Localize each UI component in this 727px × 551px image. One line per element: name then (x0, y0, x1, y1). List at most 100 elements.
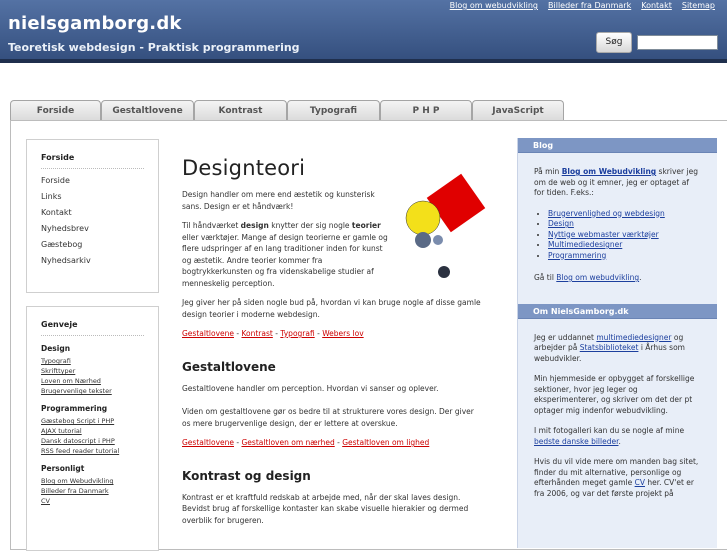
list-item: CV (41, 496, 158, 506)
top-link-sitemap[interactable]: Sitemap (682, 1, 715, 10)
top-links: Blog om webudvikling Billeder fra Danmark… (440, 1, 715, 10)
tab-kontrast[interactable]: Kontrast (194, 100, 287, 121)
top-link-blog[interactable]: Blog om webudvikling (450, 1, 538, 10)
tab-javascript[interactable]: JavaScript (472, 100, 564, 121)
list-item: Brugervenlige tekster (41, 386, 158, 396)
gestalt-heading: Gestaltlovene (182, 359, 276, 374)
shortcut-personal-title: Personligt (41, 464, 85, 473)
nav-item-gaestebog[interactable]: Gæstebog (41, 237, 158, 253)
nav-item-forside[interactable]: Forside (41, 173, 158, 189)
tab-forside[interactable]: Forside (10, 100, 101, 121)
shortcut-design-list: Typografi Skrifttyper Loven om Nærhed Br… (41, 356, 158, 396)
tab-gestaltlovene[interactable]: Gestaltlovene (101, 100, 194, 121)
nav-item-nyhedsbrev[interactable]: Nyhedsbrev (41, 221, 158, 237)
shortcut-box-title: Genveje (41, 320, 78, 329)
small-blue-circle-shape (433, 235, 443, 245)
shortcut-link[interactable]: Gæstebog Script i PHP (41, 417, 114, 425)
list-item: Loven om Nærhed (41, 376, 158, 386)
kontrast-paragraph: Kontrast er et kraftfuld redskab at arbe… (182, 492, 469, 525)
nav-item-kontakt[interactable]: Kontakt (41, 205, 158, 221)
list-item: Dansk datoscript i PHP (41, 436, 158, 446)
list-item: AJAX tutorial (41, 426, 158, 436)
shortcut-programming-title: Programmering (41, 404, 108, 413)
shortcut-link[interactable]: Billeder fra Danmark (41, 487, 109, 495)
blog-topic-link[interactable]: Programmering (548, 251, 606, 260)
statsbiblioteket-link[interactable]: Statsbiblioteket (580, 343, 639, 352)
shortcut-link[interactable]: Skrifttyper (41, 367, 75, 375)
link-kontrast[interactable]: Kontrast (241, 329, 272, 338)
about-paragraph-2: Min hjemmeside er opbygget af forskellig… (534, 374, 695, 415)
blog-goto: Gå til Blog om webudvikling. (534, 273, 642, 282)
shortcut-link[interactable]: Dansk datoscript i PHP (41, 437, 115, 445)
right-sidebar: Blog På min Blog om Webudvikling skriver… (517, 138, 717, 548)
link-naerhed[interactable]: Gestaltloven om nærhed (241, 438, 334, 447)
tab-php[interactable]: P H P (380, 100, 472, 121)
link-gestaltlovene[interactable]: Gestaltlovene (182, 329, 234, 338)
site-tagline: Teoretisk webdesign - Praktisk programme… (8, 41, 300, 54)
tab-typografi[interactable]: Typografi (287, 100, 380, 121)
divider (41, 168, 144, 169)
design-shapes-illustration (405, 173, 486, 278)
intro-text: Design handler om mere end æstetik og ku… (182, 190, 375, 211)
gestalt-links: Gestaltlovene - Gestaltloven om nærhed -… (182, 438, 430, 447)
kontrast-heading: Kontrast og design (182, 468, 311, 483)
blog-topic-link[interactable]: Nyttige webmaster værktøjer (548, 230, 659, 239)
nav-item-nyhedsarkiv[interactable]: Nyhedsarkiv (41, 253, 158, 269)
design-paragraph: Til håndværket design knytter der sig no… (182, 221, 388, 288)
blog-topic-link[interactable]: Multimediedesigner (548, 240, 622, 249)
list-item: Skrifttyper (41, 366, 158, 376)
link-lighed[interactable]: Gestaltloven om lighed (342, 438, 429, 447)
blog-box-title: Blog (518, 138, 717, 153)
about-paragraph-4: Hvis du vil vide mere om manden bag site… (534, 457, 699, 498)
site-header: Blog om webudvikling Billeder fra Danmark… (0, 0, 727, 63)
list-item: Typografi (41, 356, 158, 366)
cv-link[interactable]: CV (635, 478, 645, 487)
blog-link[interactable]: Blog om Webudvikling (562, 167, 656, 176)
shortcut-link[interactable]: RSS feed reader tutorial (41, 447, 119, 455)
photos-link[interactable]: bedste danske billeder (534, 437, 618, 446)
list-item: Billeder fra Danmark (41, 486, 158, 496)
list-item: Programmering (548, 251, 701, 262)
list-item: Blog om Webudvikling (41, 476, 158, 486)
blog-topic-link[interactable]: Brugervenlighed og webdesign (548, 209, 665, 218)
site-title[interactable]: nielsgamborg.dk (8, 13, 182, 34)
shortcut-link[interactable]: AJAX tutorial (41, 427, 82, 435)
blog-topic-link[interactable]: Design (548, 219, 574, 228)
shortcut-box: Genveje Design Typografi Skrifttyper Lov… (26, 306, 159, 551)
multimedia-link[interactable]: multimediedesigner (596, 333, 671, 342)
shortcut-link[interactable]: Loven om Nærhed (41, 377, 101, 385)
top-link-contact[interactable]: Kontakt (641, 1, 672, 10)
about-paragraph-3: I mit fotogalleri kan du se nogle af min… (534, 426, 685, 446)
about-box: Jeg er uddannet multimediedesigner og ar… (518, 319, 717, 520)
divider (41, 335, 144, 336)
yellow-circle-shape (405, 200, 441, 236)
list-item: Multimediedesigner (548, 240, 701, 251)
about-box-title: Om NielsGamborg.dk (518, 303, 717, 319)
shortcut-personal-list: Blog om Webudvikling Billeder fra Danmar… (41, 476, 158, 506)
about-paragraph-1: Jeg er uddannet multimediedesigner og ar… (534, 332, 685, 363)
link-gestaltlovene[interactable]: Gestaltlovene (182, 438, 234, 447)
section-links: Gestaltlovene - Kontrast - Typografi - W… (182, 329, 364, 338)
blog-goto-link[interactable]: Blog om webudvikling (556, 273, 639, 282)
nav-list: Forside Links Kontakt Nyhedsbrev Gæstebo… (41, 173, 158, 269)
list-item: Design (548, 219, 701, 230)
search-input[interactable] (637, 35, 718, 50)
nav-item-links[interactable]: Links (41, 189, 158, 205)
blog-topics-list: Brugervenlighed og webdesign Design Nytt… (548, 209, 701, 262)
list-item: Gæstebog Script i PHP (41, 416, 158, 426)
shortcut-link[interactable]: CV (41, 497, 50, 505)
shortcut-design-title: Design (41, 344, 71, 353)
blog-intro: På min Blog om Webudvikling skriver jeg … (534, 167, 698, 197)
link-typografi[interactable]: Typografi (280, 329, 314, 338)
list-item: Brugervenlighed og webdesign (548, 209, 701, 220)
gestalt-paragraph-1: Gestaltlovene handler om perception. Hvo… (182, 383, 439, 393)
nav-box: Forside Forside Links Kontakt Nyhedsbrev… (26, 139, 159, 293)
shortcut-link[interactable]: Brugervenlige tekster (41, 387, 112, 395)
shortcut-link[interactable]: Typografi (41, 357, 71, 365)
top-link-photos[interactable]: Billeder fra Danmark (548, 1, 631, 10)
nav-box-title: Forside (41, 153, 75, 162)
gestalt-paragraph-2: Viden om gestaltlovene gør os bedre til … (182, 407, 474, 428)
shortcut-link[interactable]: Blog om Webudvikling (41, 477, 114, 485)
search-button[interactable]: Søg (596, 32, 632, 53)
link-webers-lov[interactable]: Webers lov (322, 329, 363, 338)
